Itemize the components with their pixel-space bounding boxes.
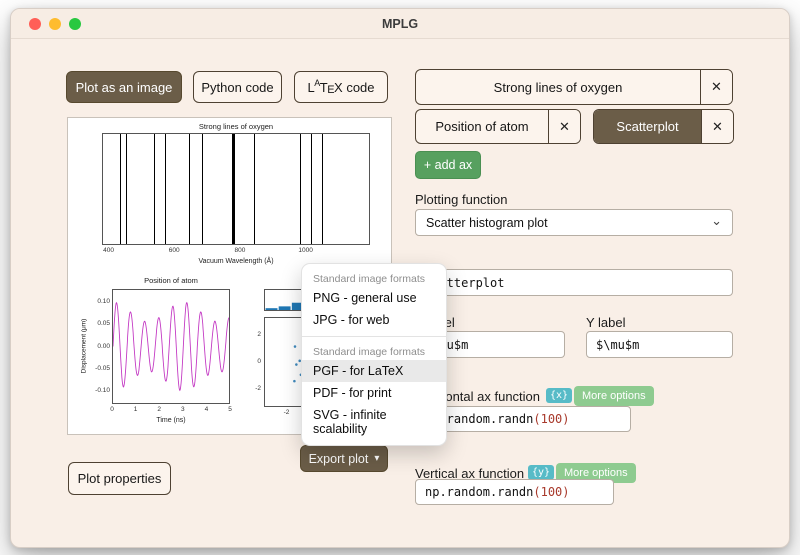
menu-section-label: Standard image formats — [313, 346, 426, 358]
window-title: MPLG — [381, 17, 419, 31]
export-plot-button[interactable]: Export plot ▾ — [300, 445, 388, 472]
latex-logo-part: code — [342, 79, 375, 95]
close-icon: ✕ — [712, 118, 723, 134]
more-options-button[interactable]: More options — [574, 386, 654, 406]
desktop: MPLG Plot as an image Python code LATEX … — [0, 0, 800, 555]
code-args: (100) — [533, 485, 570, 499]
ax-tab-position-of-atom-label[interactable]: Position of atom — [416, 110, 548, 143]
export-menu: Standard image formats PNG - general use… — [301, 263, 447, 446]
menu-item-jpg[interactable]: JPG - for web — [302, 309, 446, 331]
code-args: (100) — [533, 412, 570, 426]
ax-tab-position-of-atom: Position of atom ✕ — [415, 109, 581, 144]
caret-down-icon: ▾ — [374, 453, 380, 464]
latex-logo-part: A — [314, 78, 321, 88]
titlebar: MPLG — [11, 9, 789, 39]
close-ax-button[interactable]: ✕ — [701, 110, 733, 143]
latex-logo-part: E — [327, 84, 335, 96]
spectrum-title: Strong lines of oxygen — [198, 122, 274, 131]
plotting-function-label: Plotting function — [415, 192, 508, 207]
plot-as-image-button[interactable]: Plot as an image — [66, 71, 182, 103]
add-ax-button[interactable]: + add ax — [415, 151, 481, 179]
ax-tab-scatterplot: Scatterplot ✕ — [593, 109, 734, 144]
mplg-window: MPLG Plot as an image Python code LATEX … — [10, 8, 790, 548]
ax-tab-strong-lines: Strong lines of oxygen ✕ — [415, 69, 733, 105]
spectrum-axes — [102, 133, 370, 245]
code-text: np.random.randn — [425, 485, 534, 499]
menu-item-png[interactable]: PNG - general use — [302, 287, 446, 309]
ax-tab-strong-lines-label[interactable]: Strong lines of oxygen — [416, 70, 700, 104]
menu-item-pdf[interactable]: PDF - for print — [302, 382, 446, 404]
python-code-button[interactable]: Python code — [193, 71, 282, 103]
atom-title: Position of atom — [144, 276, 198, 285]
horizontal-fn-input[interactable]: np.random.randn (100) — [415, 406, 631, 432]
y-badge: {y} — [528, 465, 555, 480]
ax-tab-scatterplot-label[interactable]: Scatterplot — [594, 110, 701, 143]
atom-curve — [113, 301, 229, 392]
latex-code-button[interactable]: LATEX code — [294, 71, 388, 103]
close-ax-button[interactable]: ✕ — [548, 110, 580, 143]
vertical-fn-input[interactable]: np.random.randn (100) — [415, 479, 614, 505]
y-label-label: Y label — [586, 315, 626, 330]
menu-section-label: Standard image formats — [313, 273, 426, 285]
export-plot-label: Export plot — [308, 451, 369, 466]
plotting-function-value: Scatter histogram plot — [426, 215, 548, 230]
atom-ylabel: Displacement (μm) — [80, 318, 88, 374]
plot-properties-button[interactable]: Plot properties — [68, 462, 171, 495]
x-badge: {x} — [546, 388, 573, 403]
menu-item-pgf[interactable]: PGF - for LaTeX — [302, 360, 446, 382]
plot-title-input[interactable] — [415, 269, 733, 296]
plotting-function-select[interactable]: Scatter histogram plot ⌄ — [415, 209, 733, 236]
y-label-input[interactable] — [586, 331, 733, 358]
atom-plot-svg — [113, 301, 229, 392]
menu-divider — [302, 336, 446, 337]
close-icon: ✕ — [711, 79, 722, 94]
menu-item-svg[interactable]: SVG - infinite scalability — [302, 404, 446, 440]
close-icon: ✕ — [559, 118, 570, 134]
latex-logo-part: X — [334, 79, 343, 95]
atom-axes — [112, 289, 230, 404]
atom-xlabel: Time (ns) — [156, 417, 186, 424]
chevron-down-icon: ⌄ — [711, 213, 722, 228]
close-ax-button[interactable]: ✕ — [700, 70, 732, 104]
